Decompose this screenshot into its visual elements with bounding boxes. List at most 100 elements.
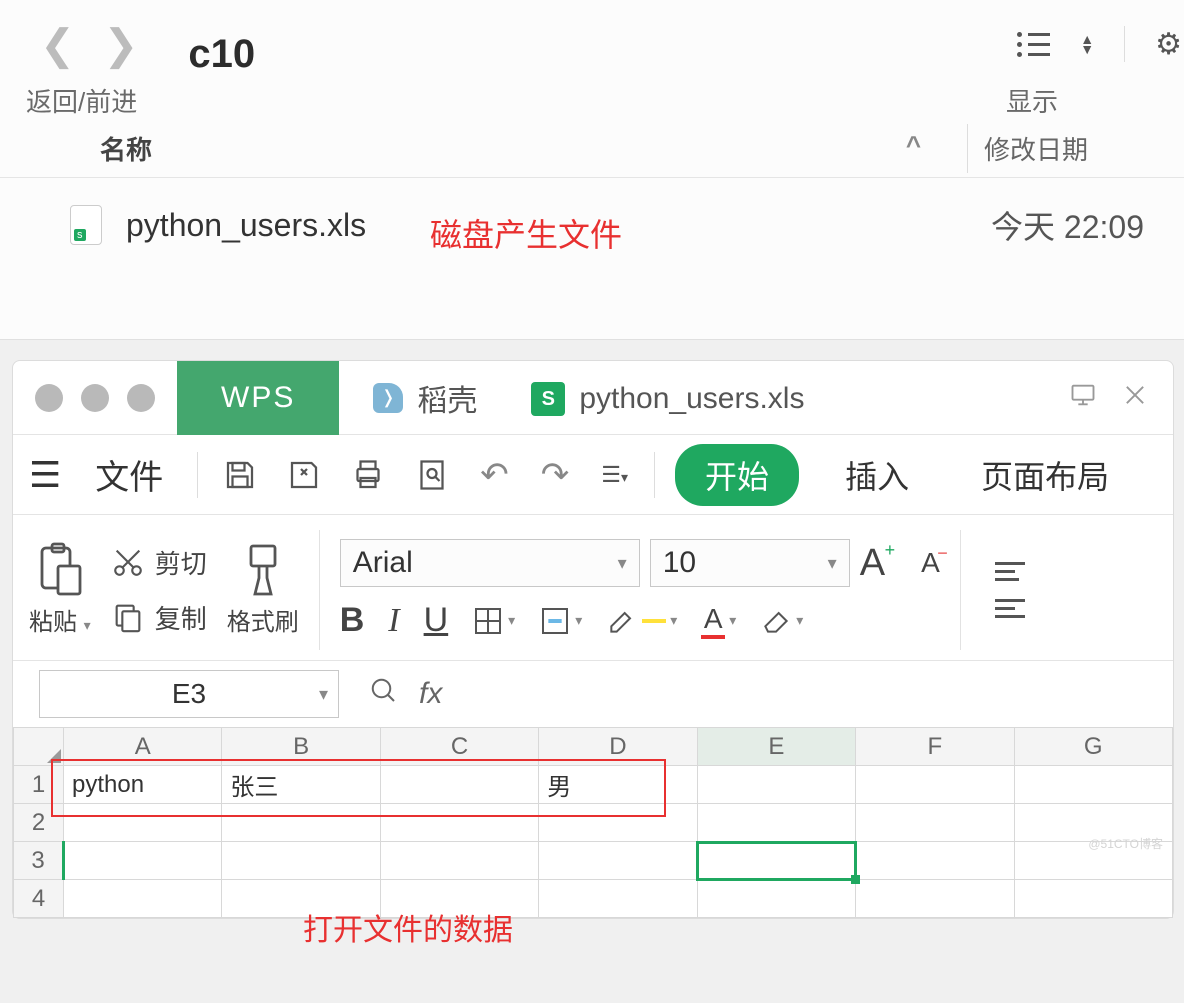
italic-button[interactable]: I — [388, 602, 399, 640]
cell-C2[interactable] — [380, 804, 538, 842]
caret-icon: ▾ — [618, 553, 627, 574]
present-icon[interactable] — [1069, 381, 1097, 414]
brush-label: 格式刷 — [227, 602, 299, 637]
fx-label[interactable]: fx — [419, 677, 442, 711]
cell-B2[interactable] — [222, 804, 380, 842]
tab-layout[interactable]: 页面布局 — [955, 452, 1135, 498]
align-left-icon[interactable] — [995, 599, 1025, 618]
cell-G4[interactable] — [1014, 880, 1172, 918]
row-header-4[interactable]: 4 — [14, 880, 64, 918]
cell-D4[interactable] — [539, 880, 697, 918]
align-top-icon[interactable] — [995, 562, 1025, 581]
cell-A2[interactable] — [64, 804, 222, 842]
border-button[interactable]: ▾ — [472, 605, 515, 637]
cell-F3[interactable] — [856, 842, 1014, 880]
row-header-3[interactable]: 3 — [14, 842, 64, 880]
tab-insert[interactable]: 插入 — [819, 452, 935, 498]
cell-F2[interactable] — [856, 804, 1014, 842]
cell-F1[interactable] — [856, 766, 1014, 804]
minimize-dot-icon[interactable] — [81, 384, 109, 412]
cell-D2[interactable] — [539, 804, 697, 842]
cell-C3[interactable] — [380, 842, 538, 880]
file-date: 今天 22:09 — [984, 202, 1144, 248]
increase-font-icon[interactable]: A+ — [860, 542, 885, 585]
annotation-disk-file: 磁盘产生文件 — [430, 210, 622, 256]
select-all-corner[interactable] — [14, 728, 64, 766]
col-header-C[interactable]: C — [380, 728, 538, 766]
view-options-icon[interactable]: ⚙ — [1155, 27, 1182, 62]
preview-icon[interactable] — [410, 453, 454, 497]
document-name: python_users.xls — [579, 382, 804, 416]
font-group: Arial ▾ 10 ▾ A+ A− B I U ▾ — [340, 539, 940, 640]
col-header-A[interactable]: A — [64, 728, 222, 766]
tab-wps[interactable]: WPS — [177, 361, 339, 435]
cell-E3[interactable] — [697, 842, 855, 880]
decrease-font-icon[interactable]: A− — [921, 547, 940, 579]
col-header-F[interactable]: F — [856, 728, 1014, 766]
zoom-dot-icon[interactable] — [127, 384, 155, 412]
docer-label: 稻壳 — [417, 376, 477, 420]
cell-A3[interactable] — [64, 842, 222, 880]
divider — [319, 530, 320, 650]
cell-G1[interactable] — [1014, 766, 1172, 804]
sort-toggle-icon[interactable]: ▲▼ — [1080, 35, 1094, 53]
zoom-search-icon[interactable] — [369, 676, 399, 713]
tab-document[interactable]: S python_users.xls — [511, 361, 824, 435]
cell-reference-input[interactable]: E3 ▾ — [39, 670, 339, 718]
cell-D3[interactable] — [539, 842, 697, 880]
dropdown-toggle-icon[interactable]: ☰▾ — [595, 462, 634, 488]
close-dot-icon[interactable] — [35, 384, 63, 412]
highlight-button[interactable]: ▾ — [606, 605, 677, 637]
undo-icon[interactable]: ↶ — [474, 455, 515, 495]
col-header-D[interactable]: D — [539, 728, 697, 766]
redo-icon[interactable]: ↷ — [535, 455, 576, 495]
titlebar-right — [1069, 381, 1173, 414]
eraser-button[interactable]: ▾ — [760, 605, 803, 637]
col-header-B[interactable]: B — [222, 728, 380, 766]
cut-button[interactable]: 剪切 — [111, 544, 207, 581]
menu-file[interactable]: 文件 — [81, 450, 177, 499]
cell-E2[interactable] — [697, 804, 855, 842]
row-header-2[interactable]: 2 — [14, 804, 64, 842]
row-header-1[interactable]: 1 — [14, 766, 64, 804]
name-column[interactable]: 名称 — [100, 130, 876, 167]
forward-arrow-icon[interactable]: ❯ — [103, 20, 138, 69]
ribbon: 粘贴 ▾ 剪切 复制 格式刷 Arial ▾ 10 — [13, 515, 1173, 661]
tab-docer[interactable]: ❭ 稻壳 — [339, 361, 511, 435]
cell-D1[interactable]: 男 — [539, 766, 697, 804]
fill-color-button[interactable]: ▾ — [539, 605, 582, 637]
back-arrow-icon[interactable]: ❮ — [40, 20, 75, 69]
underline-button[interactable]: U — [424, 601, 449, 640]
copy-button[interactable]: 复制 — [111, 599, 207, 636]
annotation-open-data: 打开文件的数据 — [303, 905, 513, 949]
col-header-E[interactable]: E — [697, 728, 855, 766]
format-brush-group[interactable]: 格式刷 — [227, 542, 299, 637]
cut-copy-group: 剪切 复制 — [111, 544, 207, 636]
font-size-select[interactable]: 10 ▾ — [650, 539, 850, 587]
cell-E1[interactable] — [697, 766, 855, 804]
cell-C1[interactable] — [380, 766, 538, 804]
font-color-button[interactable]: A ▾ — [701, 603, 736, 639]
print-icon[interactable] — [346, 453, 390, 497]
font-name-select[interactable]: Arial ▾ — [340, 539, 640, 587]
sort-caret-icon[interactable]: ^ — [876, 130, 951, 167]
cell-B3[interactable] — [222, 842, 380, 880]
spreadsheet-grid[interactable]: A B C D E F G 1 python 张三 男 2 — [13, 727, 1173, 918]
close-tab-icon[interactable] — [1121, 381, 1149, 414]
tab-start[interactable]: 开始 — [675, 444, 799, 506]
cell-E4[interactable] — [697, 880, 855, 918]
paste-group[interactable]: 粘贴 ▾ — [29, 542, 91, 637]
formula-bar: fx — [369, 676, 442, 713]
col-header-G[interactable]: G — [1014, 728, 1172, 766]
list-view-icon[interactable] — [1017, 32, 1050, 57]
divider — [654, 452, 655, 498]
cell-F4[interactable] — [856, 880, 1014, 918]
menu-icon[interactable]: ☰ — [29, 454, 61, 496]
cell-A1[interactable]: python — [64, 766, 222, 804]
bold-button[interactable]: B — [340, 601, 365, 640]
save-icon[interactable] — [218, 453, 262, 497]
modified-column[interactable]: 修改日期 — [984, 130, 1144, 167]
save-as-icon[interactable] — [282, 453, 326, 497]
cell-B1[interactable]: 张三 — [222, 766, 380, 804]
cell-A4[interactable] — [64, 880, 222, 918]
